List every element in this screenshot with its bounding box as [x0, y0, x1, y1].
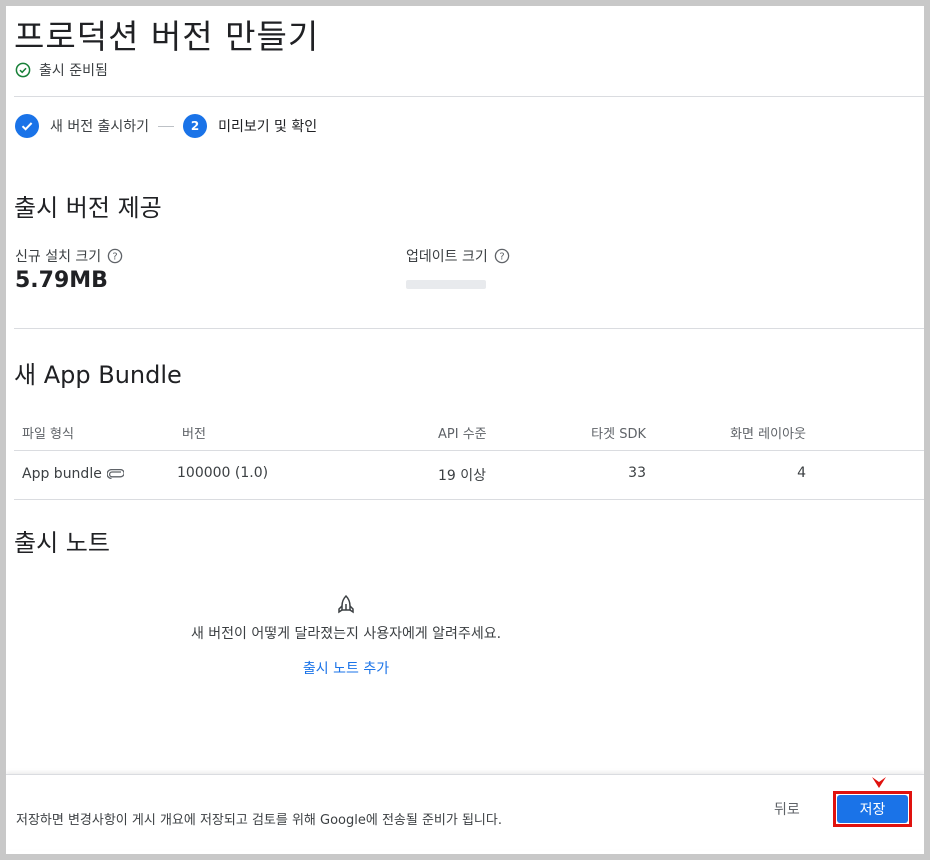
install-size-value: 5.79MB [15, 268, 108, 293]
install-size-text: 신규 설치 크기 [15, 249, 102, 265]
save-button[interactable]: 저장 [837, 795, 908, 823]
column-header-file-type: 파일 형식 [22, 427, 74, 442]
step-connector [158, 125, 175, 127]
column-header-target-sdk: 타겟 SDK [591, 427, 646, 442]
column-header-screen-layouts: 화면 레이아웃 [730, 427, 806, 442]
step-1-label[interactable]: 새 버전 출시하기 [50, 116, 149, 136]
footer-bar: 저장하면 변경사항이 게시 개요에 저장되고 검토를 위해 Google에 전송… [6, 774, 924, 849]
rocket-icon [338, 594, 354, 614]
column-header-api-level: API 수준 [438, 427, 487, 442]
api-level-value: 19 이상 [438, 468, 487, 484]
pointer-arrow-icon [872, 777, 886, 788]
install-size-label: 신규 설치 크기 ? [15, 246, 123, 266]
page-title: 프로덕션 버전 만들기 [14, 17, 320, 56]
version-value: 100000 (1.0) [177, 465, 269, 481]
update-size-text: 업데이트 크기 [406, 249, 488, 265]
update-size-label: 업데이트 크기 ? [406, 246, 510, 266]
back-button[interactable]: 뒤로 [774, 799, 800, 819]
notes-section-title: 출시 노트 [14, 529, 110, 557]
step-1-done-icon [15, 114, 39, 138]
attachment-icon [106, 469, 124, 479]
column-header-version: 버전 [182, 427, 206, 442]
delivery-section-title: 출시 버전 제공 [14, 194, 162, 222]
delivery-divider [14, 328, 924, 329]
release-editor-frame: 프로덕션 버전 만들기 출시 준비됨 새 버전 출시하기 2 미리보기 및 확인… [6, 6, 924, 854]
bundle-divider [14, 499, 924, 500]
add-release-notes-link[interactable]: 출시 노트 추가 [246, 658, 446, 678]
footer-message: 저장하면 변경사항이 게시 개요에 저장되고 검토를 위해 Google에 전송… [16, 813, 502, 828]
stepper: 새 버전 출시하기 2 미리보기 및 확인 [15, 114, 317, 138]
bundle-section-title: 새 App Bundle [14, 361, 182, 389]
screen-layouts-value: 4 [797, 465, 806, 481]
svg-text:?: ? [499, 252, 504, 263]
help-icon[interactable]: ? [494, 248, 510, 264]
svg-text:?: ? [113, 252, 118, 263]
check-circle-icon [15, 62, 31, 78]
header-divider [14, 96, 924, 97]
help-icon[interactable]: ? [107, 248, 123, 264]
step-2-label[interactable]: 미리보기 및 확인 [218, 116, 317, 136]
file-type-value: App bundle [22, 466, 102, 482]
update-size-loading-placeholder [406, 280, 486, 289]
step-2-number: 2 [183, 114, 208, 138]
empty-notes-message: 새 버전이 어떻게 달라졌는지 사용자에게 알려주세요. [190, 626, 502, 642]
status-text: 출시 준비됨 [39, 63, 108, 79]
release-status: 출시 준비됨 [15, 60, 108, 80]
check-icon [21, 122, 33, 131]
table-header-divider [14, 450, 924, 451]
table-row-file-type: App bundle [22, 466, 124, 482]
target-sdk-value: 33 [628, 465, 646, 481]
